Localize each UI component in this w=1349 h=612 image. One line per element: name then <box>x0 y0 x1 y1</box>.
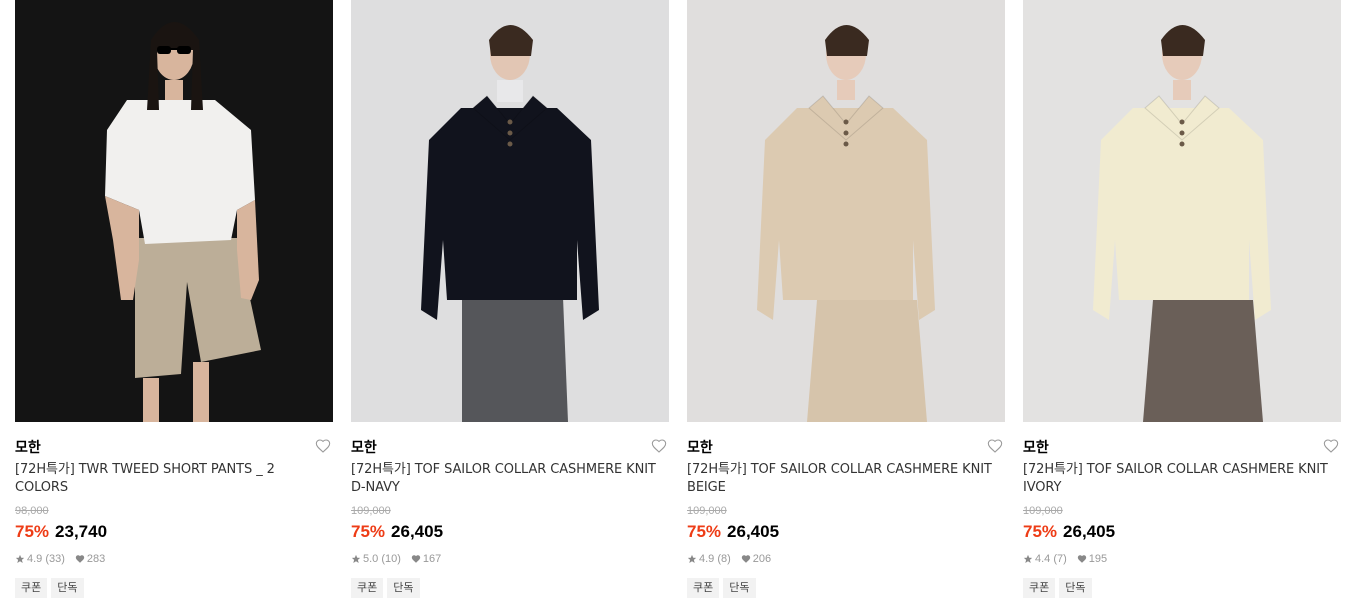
sale-price: 23,740 <box>55 522 108 541</box>
product-image[interactable] <box>1023 0 1341 422</box>
discount-rate: 75% <box>351 522 386 541</box>
product-meta: 4.9 (8) 206 <box>687 553 771 565</box>
product-card[interactable]: 모한 [72H특가] TWR TWEED SHORT PANTS _ 2 COL… <box>15 0 333 612</box>
price-row: 75% 26,405 <box>351 522 443 542</box>
rating: 4.9 (33) <box>27 553 65 565</box>
product-title-line2[interactable]: IVORY <box>1023 479 1341 497</box>
heart-outline-icon[interactable] <box>987 438 1003 454</box>
price-row: 75% 26,405 <box>1023 522 1115 542</box>
product-card[interactable]: 모한 [72H특가] TOF SAILOR COLLAR CASHMERE KN… <box>687 0 1005 612</box>
product-title[interactable]: [72H특가] TWR TWEED SHORT PANTS _ 2 COLORS <box>15 461 333 497</box>
product-image[interactable] <box>15 0 333 422</box>
tag-badge: 단독 <box>1059 578 1092 598</box>
heart-filled-icon <box>741 555 750 563</box>
original-price: 98,000 <box>15 505 49 517</box>
product-image[interactable] <box>687 0 1005 422</box>
star-icon <box>1023 554 1033 563</box>
rating: 4.9 (8) <box>699 553 731 565</box>
original-price: 109,000 <box>1023 505 1063 517</box>
star-icon <box>351 554 361 563</box>
discount-rate: 75% <box>1023 522 1058 541</box>
tag-list: 쿠폰 단독 <box>351 578 420 598</box>
price-row: 75% 23,740 <box>15 522 107 542</box>
tag-badge: 쿠폰 <box>351 578 384 598</box>
like-count: 206 <box>752 553 772 565</box>
sale-price: 26,405 <box>391 522 444 541</box>
product-card[interactable]: 모한 [72H특가] TOF SAILOR COLLAR CASHMERE KN… <box>351 0 669 612</box>
product-title[interactable]: [72H특가] TOF SAILOR COLLAR CASHMERE KNIT … <box>351 461 669 497</box>
product-card[interactable]: 모한 [72H특가] TOF SAILOR COLLAR CASHMERE KN… <box>1023 0 1341 612</box>
like-count: 283 <box>86 553 106 565</box>
tag-badge: 쿠폰 <box>15 578 48 598</box>
discount-rate: 75% <box>15 522 50 541</box>
rating: 5.0 (10) <box>363 553 401 565</box>
brand-row: 모한 <box>351 436 669 456</box>
original-price: 109,000 <box>687 505 727 517</box>
product-title-line2[interactable]: BEIGE <box>687 479 1005 497</box>
tag-badge: 쿠폰 <box>1023 578 1056 598</box>
tag-badge: 단독 <box>51 578 84 598</box>
star-icon <box>15 554 25 563</box>
product-title-line1[interactable]: [72H특가] TOF SAILOR COLLAR CASHMERE KNIT <box>687 461 1005 479</box>
heart-filled-icon <box>411 555 421 563</box>
product-image[interactable] <box>351 0 669 422</box>
product-title-line2[interactable]: COLORS <box>15 479 333 497</box>
product-meta: 4.4 (7) 195 <box>1023 553 1107 565</box>
product-title-line2[interactable]: D-NAVY <box>351 479 669 497</box>
tag-badge: 단독 <box>723 578 756 598</box>
product-meta: 4.9 (33) 283 <box>15 553 105 565</box>
heart-outline-icon[interactable] <box>1323 438 1339 454</box>
product-title-line1[interactable]: [72H특가] TWR TWEED SHORT PANTS _ 2 <box>15 461 333 479</box>
brand-row: 모한 <box>15 436 333 456</box>
like-count: 167 <box>422 553 442 565</box>
heart-filled-icon <box>75 555 85 563</box>
discount-rate: 75% <box>687 522 722 541</box>
product-title[interactable]: [72H특가] TOF SAILOR COLLAR CASHMERE KNIT … <box>687 461 1005 497</box>
tag-badge: 쿠폰 <box>687 578 720 598</box>
brand-name[interactable]: 모한 <box>15 437 41 457</box>
rating: 4.4 (7) <box>1035 553 1067 565</box>
brand-name[interactable]: 모한 <box>1023 437 1049 457</box>
heart-outline-icon[interactable] <box>651 438 667 454</box>
tag-list: 쿠폰 단독 <box>15 578 84 598</box>
product-grid: 모한 [72H특가] TWR TWEED SHORT PANTS _ 2 COL… <box>0 0 1349 612</box>
brand-name[interactable]: 모한 <box>351 437 377 457</box>
brand-name[interactable]: 모한 <box>687 437 713 457</box>
price-row: 75% 26,405 <box>687 522 779 542</box>
product-title[interactable]: [72H특가] TOF SAILOR COLLAR CASHMERE KNIT … <box>1023 461 1341 497</box>
heart-filled-icon <box>1077 555 1086 563</box>
brand-row: 모한 <box>687 436 1005 456</box>
product-title-line1[interactable]: [72H특가] TOF SAILOR COLLAR CASHMERE KNIT <box>351 461 669 479</box>
star-icon <box>687 554 697 563</box>
sale-price: 26,405 <box>727 522 780 541</box>
product-meta: 5.0 (10) 167 <box>351 553 441 565</box>
tag-list: 쿠폰 단독 <box>687 578 756 598</box>
like-count: 195 <box>1088 553 1108 565</box>
sale-price: 26,405 <box>1063 522 1116 541</box>
product-title-line1[interactable]: [72H특가] TOF SAILOR COLLAR CASHMERE KNIT <box>1023 461 1341 479</box>
tag-badge: 단독 <box>387 578 420 598</box>
heart-outline-icon[interactable] <box>315 438 331 454</box>
brand-row: 모한 <box>1023 436 1341 456</box>
original-price: 109,000 <box>351 505 391 517</box>
tag-list: 쿠폰 단독 <box>1023 578 1092 598</box>
